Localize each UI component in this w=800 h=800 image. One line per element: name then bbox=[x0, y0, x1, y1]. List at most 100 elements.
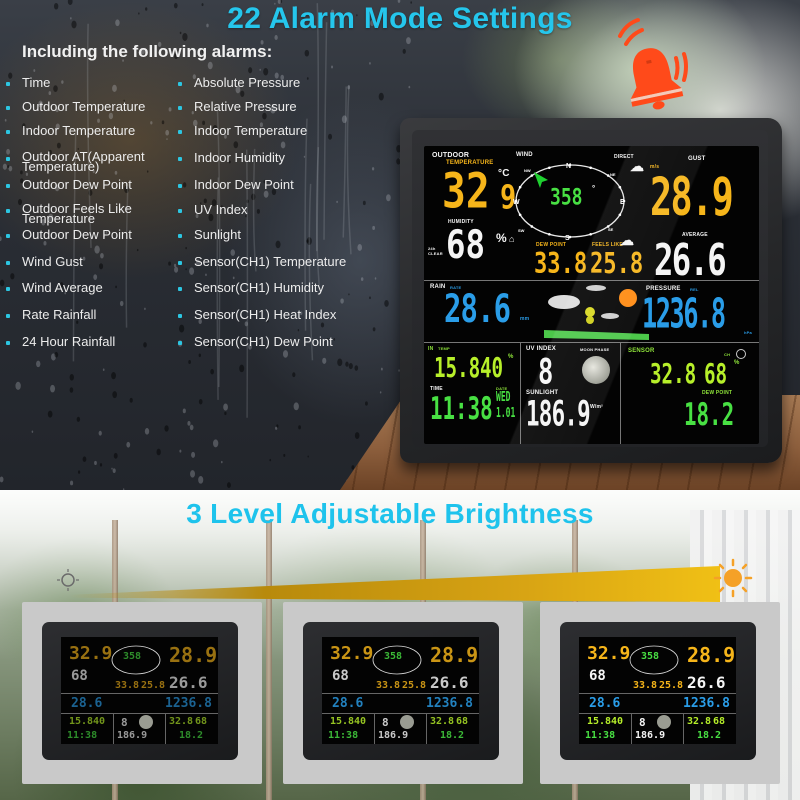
compass-nw: NW bbox=[524, 168, 531, 173]
rain-drop bbox=[143, 342, 147, 348]
rain-drop bbox=[166, 138, 168, 141]
bullet-icon bbox=[6, 157, 10, 161]
rain-drop bbox=[239, 364, 245, 373]
alarm-item: Sensor(CH1) Heat Index bbox=[178, 308, 336, 321]
mini-gust: 28.9 bbox=[430, 643, 479, 667]
rain-drop bbox=[232, 276, 235, 280]
sun-icon bbox=[713, 558, 753, 598]
rain-drop bbox=[223, 403, 228, 411]
rain-drop bbox=[306, 77, 309, 80]
rain-drop bbox=[0, 476, 4, 483]
compass-tick bbox=[530, 174, 534, 177]
uv-index-value: 8 bbox=[538, 352, 554, 393]
dew-point-value: 33.8 bbox=[534, 247, 588, 281]
cloud-icon bbox=[601, 313, 619, 319]
wind-direction-arrow-icon bbox=[534, 172, 548, 188]
rain-drop bbox=[161, 120, 165, 125]
rain-drop bbox=[47, 410, 53, 418]
rain-drop bbox=[276, 424, 279, 428]
mini-sunlight: 186.9 bbox=[378, 730, 409, 741]
mini-uv: 8 bbox=[639, 716, 646, 729]
rain-drop bbox=[94, 245, 100, 254]
rain-drop bbox=[408, 85, 411, 89]
rain-drop bbox=[150, 121, 153, 125]
rain-drop bbox=[362, 200, 366, 206]
rain-drop bbox=[348, 363, 353, 370]
rain-drop bbox=[210, 368, 214, 375]
weather-station-screen: OUTDOOR TEMPERATURE 32 9 °C HUMIDITY 68 … bbox=[424, 146, 759, 444]
rain-drop bbox=[99, 263, 104, 270]
rain-drop bbox=[386, 194, 391, 202]
rain-drop bbox=[54, 351, 59, 358]
rain-drop bbox=[348, 293, 350, 296]
rain-drop bbox=[354, 365, 359, 371]
rain-drop bbox=[205, 273, 207, 277]
divider bbox=[620, 342, 621, 444]
channel-label: CH bbox=[724, 352, 731, 357]
mini-outdoor-temp: 32.9 bbox=[330, 643, 374, 664]
rain-drop bbox=[269, 458, 272, 462]
rain-drop bbox=[340, 298, 344, 304]
bullet-icon bbox=[6, 261, 10, 265]
rain-drop bbox=[69, 480, 74, 486]
rain-drop bbox=[293, 402, 299, 411]
mini-sensor-humidity: 68 bbox=[195, 716, 208, 727]
rain-drop bbox=[144, 307, 146, 311]
sensor-label: SENSOR bbox=[628, 348, 655, 354]
mini-humidity: 68 bbox=[589, 668, 606, 684]
cloud-rain-icon: ☁ bbox=[620, 232, 635, 248]
bullet-icon bbox=[178, 287, 182, 291]
rain-drop bbox=[347, 85, 351, 90]
bullet-icon bbox=[178, 234, 182, 238]
rain-drop bbox=[100, 253, 104, 259]
rain-drop bbox=[156, 448, 161, 456]
cloud-icon bbox=[586, 285, 606, 291]
mini-average: 26.6 bbox=[430, 673, 469, 692]
rain-drop bbox=[48, 91, 52, 96]
channel-cycle-icon bbox=[736, 349, 746, 359]
alarm-item: 24 Hour Rainfall bbox=[6, 335, 115, 348]
mini-dew-point: 33.8 bbox=[115, 680, 140, 691]
rain-drop bbox=[198, 353, 202, 358]
humidity-unit-indoor: % bbox=[508, 354, 514, 360]
mini-rain: 28.6 bbox=[589, 696, 621, 711]
mini-pressure: 1236.8 bbox=[165, 696, 212, 711]
mini-screen: 32.9 358 28.9 68 33.8 25.8 26.6 28.6 123… bbox=[579, 637, 736, 744]
mini-wind-direction: 358 bbox=[123, 651, 142, 662]
mini-humidity: 68 bbox=[332, 668, 349, 684]
compass-tick bbox=[589, 166, 592, 170]
rain-drop bbox=[31, 430, 34, 433]
brightness-level-low: 32.9 358 28.9 68 33.8 25.8 26.6 28.6 123… bbox=[22, 602, 262, 784]
compass-ne: NE bbox=[610, 172, 616, 177]
rain-drop bbox=[191, 451, 196, 458]
rain-drop bbox=[144, 428, 150, 435]
rain-drop bbox=[0, 236, 2, 242]
rain-drop bbox=[369, 296, 371, 300]
mini-moon-icon bbox=[400, 715, 414, 729]
bullet-icon bbox=[178, 82, 182, 86]
rain-drop bbox=[115, 285, 117, 289]
mini-pressure: 1236.8 bbox=[683, 696, 730, 711]
mini-moon-icon bbox=[657, 715, 671, 729]
in-temp-label: TEMP bbox=[438, 346, 450, 351]
rain-unit: mm bbox=[520, 316, 530, 322]
rain-drop bbox=[102, 368, 105, 372]
rain-drop bbox=[173, 263, 177, 268]
pressure-value: 1236.8 bbox=[642, 290, 726, 338]
rain-drop bbox=[61, 80, 64, 84]
rain-drop bbox=[76, 416, 81, 422]
bullet-icon bbox=[178, 157, 182, 161]
wind-direction-value: 358 bbox=[550, 183, 583, 211]
mini-average: 26.6 bbox=[169, 673, 208, 692]
rain-drop bbox=[345, 361, 349, 367]
rain-drop bbox=[384, 300, 389, 307]
rain-drop bbox=[378, 92, 384, 101]
rain-drop bbox=[306, 237, 312, 245]
mini-indoor-temp: 15.8 bbox=[69, 716, 94, 727]
rain-drop bbox=[33, 69, 36, 72]
rain-drop bbox=[244, 321, 248, 327]
rain-drop bbox=[112, 468, 116, 474]
rain-streak bbox=[346, 84, 352, 255]
bullet-icon bbox=[6, 287, 10, 291]
bullet-icon bbox=[6, 209, 10, 213]
